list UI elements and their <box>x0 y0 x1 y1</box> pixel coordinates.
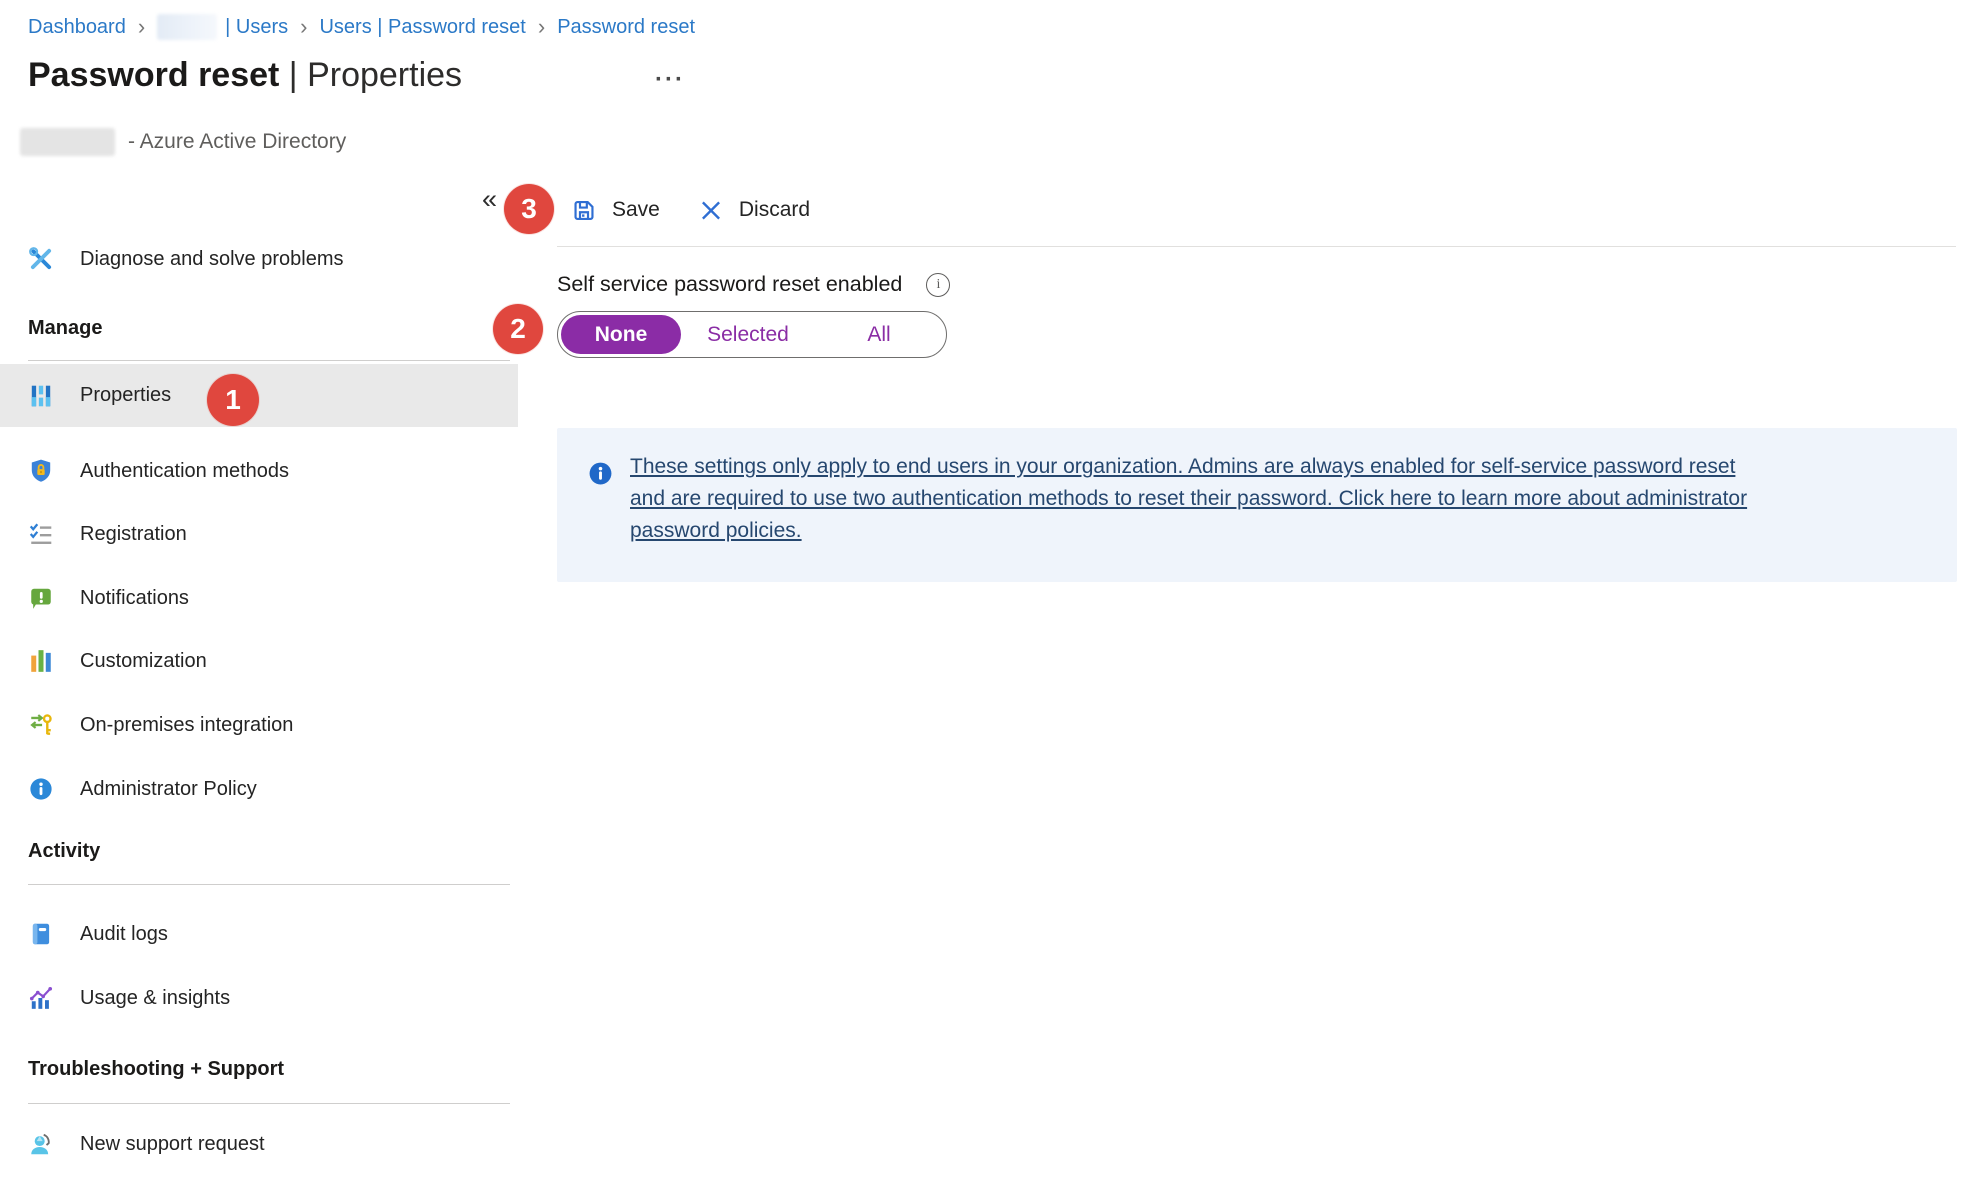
divider <box>28 360 510 361</box>
command-bar: Save Discard <box>571 190 810 230</box>
divider <box>28 1103 510 1104</box>
discard-button-label: Discard <box>739 198 810 222</box>
sidebar-item-new-support-request[interactable]: New support request <box>0 1121 518 1167</box>
audit-log-book-icon <box>28 921 54 947</box>
checklist-icon <box>28 521 54 547</box>
sidebar-item-diagnose[interactable]: Diagnose and solve problems <box>0 236 518 282</box>
annotation-badge-2: 2 <box>493 304 543 354</box>
info-banner-link[interactable]: These settings only apply to end users i… <box>630 451 1940 547</box>
page-title: Password reset | Properties <box>28 56 462 95</box>
shield-lock-icon <box>28 458 54 484</box>
sidebar-item-label: Notifications <box>80 587 189 610</box>
diagnose-tools-icon <box>28 246 54 272</box>
breadcrumb-dashboard[interactable]: Dashboard <box>28 16 126 39</box>
sidebar-item-label: Authentication methods <box>80 460 289 483</box>
sidebar-item-authentication-methods[interactable]: Authentication methods <box>0 448 518 494</box>
sidebar-item-usage-insights[interactable]: Usage & insights <box>0 975 518 1021</box>
breadcrumb: Dashboard › | Users › Users | Password r… <box>28 14 695 40</box>
sidebar-item-on-premises-integration[interactable]: On-premises integration <box>0 702 518 748</box>
redacted-tenant-name <box>157 14 217 40</box>
breadcrumb-separator: › <box>537 16 546 38</box>
sidebar-item-label: Administrator Policy <box>80 778 257 801</box>
sidebar-section-manage: Manage <box>28 317 102 340</box>
sidebar-item-administrator-policy[interactable]: Administrator Policy <box>0 766 518 812</box>
sspr-setting-label: Self service password reset enabled <box>557 272 902 297</box>
breadcrumb-separator: › <box>137 16 146 38</box>
sidebar-item-properties[interactable]: Properties <box>0 364 518 427</box>
toggle-option-none[interactable]: None <box>561 315 681 354</box>
page-title-secondary: | Properties <box>279 56 462 94</box>
info-banner-line: and are required to use two authenticati… <box>630 487 1747 510</box>
divider <box>28 884 510 885</box>
save-icon <box>571 197 597 223</box>
breadcrumb-separator: › <box>299 16 308 38</box>
divider <box>557 246 1956 247</box>
sidebar-item-label: On-premises integration <box>80 714 293 737</box>
sidebar-item-label: Properties <box>80 384 171 407</box>
info-banner-line: password policies. <box>630 519 802 542</box>
breadcrumb-password-reset[interactable]: Password reset <box>557 16 695 39</box>
sidebar-item-label: Customization <box>80 650 207 673</box>
discard-button[interactable]: Discard <box>698 197 810 223</box>
more-menu-icon[interactable]: ··· <box>655 66 685 94</box>
toggle-option-selected[interactable]: Selected <box>681 323 815 347</box>
info-tooltip-icon[interactable]: i <box>926 273 950 297</box>
sspr-setting-row: Self service password reset enabled i <box>557 272 950 297</box>
info-banner-line: These settings only apply to end users i… <box>630 455 1735 478</box>
usage-chart-icon <box>28 985 54 1011</box>
sidebar-item-notifications[interactable]: Notifications <box>0 575 518 621</box>
annotation-badge-3: 3 <box>504 184 554 234</box>
notification-bubble-icon <box>28 585 54 611</box>
subtitle-text: - Azure Active Directory <box>128 130 346 154</box>
azure-password-reset-properties-page: Dashboard › | Users › Users | Password r… <box>0 0 1980 1198</box>
sidebar-item-registration[interactable]: Registration <box>0 511 518 557</box>
bar-columns-icon <box>28 648 54 674</box>
properties-icon <box>28 383 54 409</box>
sidebar-item-label: New support request <box>80 1133 265 1156</box>
annotation-badge-1: 1 <box>207 374 259 426</box>
redacted-tenant-name <box>20 128 115 156</box>
collapse-panel-icon[interactable]: « <box>482 186 497 213</box>
close-x-icon <box>698 197 724 223</box>
save-button[interactable]: Save <box>571 197 660 223</box>
breadcrumb-tenant-users[interactable]: | Users <box>157 14 288 40</box>
breadcrumb-tenant-users-label[interactable]: | Users <box>225 16 288 39</box>
sidebar-section-activity: Activity <box>28 840 100 863</box>
sspr-enabled-toggle: None Selected All <box>557 311 947 358</box>
page-title-primary: Password reset <box>28 56 279 94</box>
sidebar-section-troubleshooting: Troubleshooting + Support <box>28 1058 284 1081</box>
toggle-option-all[interactable]: All <box>815 323 943 347</box>
sidebar-item-label: Audit logs <box>80 923 168 946</box>
sidebar-item-label: Usage & insights <box>80 987 230 1010</box>
info-circle-icon <box>28 776 54 802</box>
sidebar-item-label: Diagnose and solve problems <box>80 248 344 271</box>
page-subtitle: - Azure Active Directory <box>20 128 346 156</box>
info-filled-icon <box>588 461 613 486</box>
sync-key-icon <box>28 712 54 738</box>
sidebar-item-customization[interactable]: Customization <box>0 638 518 684</box>
breadcrumb-users-password-reset[interactable]: Users | Password reset <box>319 16 525 39</box>
info-banner: These settings only apply to end users i… <box>557 428 1957 582</box>
support-person-icon <box>28 1131 54 1157</box>
save-button-label: Save <box>612 198 660 222</box>
sidebar-item-label: Registration <box>80 523 187 546</box>
sidebar-item-audit-logs[interactable]: Audit logs <box>0 911 518 957</box>
